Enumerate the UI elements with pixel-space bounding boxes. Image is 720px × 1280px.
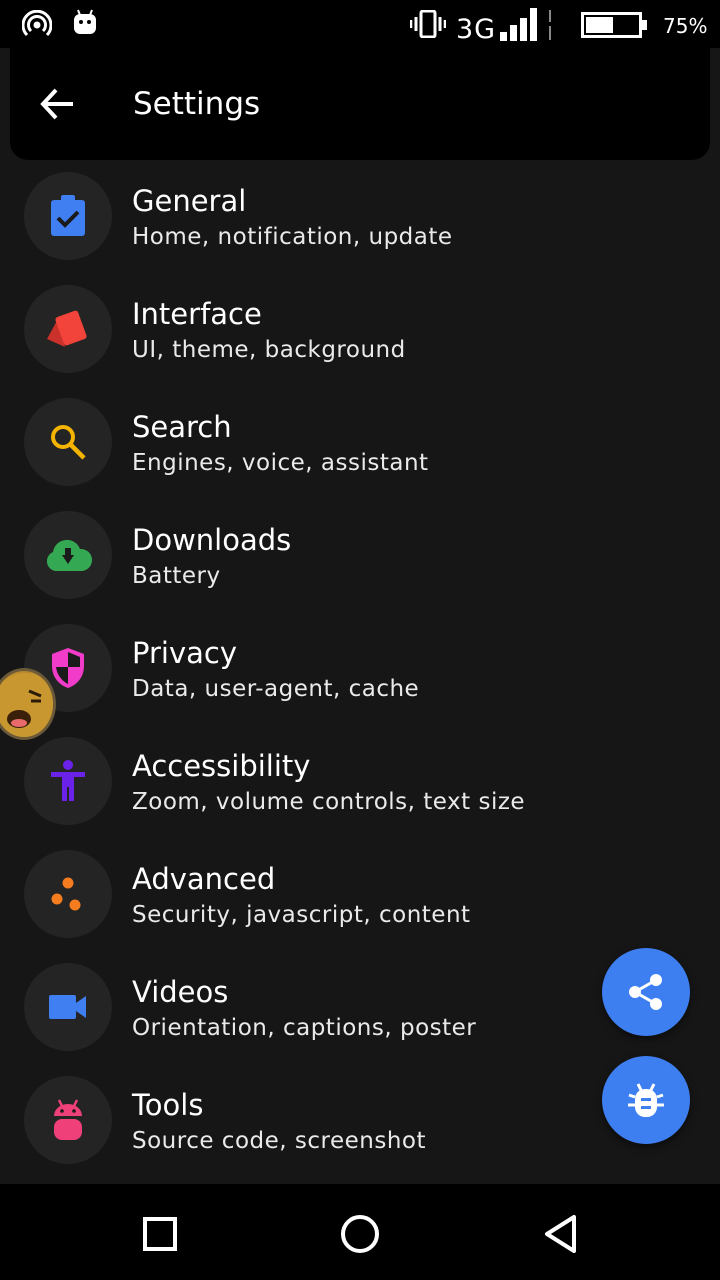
settings-item-downloads[interactable]: Downloads Battery	[0, 499, 720, 612]
settings-item-subtitle: UI, theme, background	[132, 337, 406, 363]
settings-item-general[interactable]: General Home, notification, update	[0, 160, 720, 273]
arrow-back-icon	[40, 88, 73, 120]
page-title: Settings	[133, 86, 261, 122]
settings-item-subtitle: Engines, voice, assistant	[132, 450, 429, 476]
settings-item-accessibility[interactable]: Accessibility Zoom, volume controls, tex…	[0, 725, 720, 838]
clipboard-check-icon	[24, 172, 112, 260]
share-icon	[629, 974, 662, 1010]
network-type: 3G	[456, 14, 497, 45]
home-button[interactable]	[338, 1212, 382, 1256]
search-icon	[24, 398, 112, 486]
dots-icon	[24, 850, 112, 938]
settings-item-subtitle: Data, user-agent, cache	[132, 676, 420, 702]
vibrate-icon	[409, 9, 447, 42]
navigation-bar	[0, 1184, 720, 1280]
status-bar: 3G 75%	[0, 0, 720, 48]
settings-item-title: Advanced	[132, 862, 276, 896]
settings-item-subtitle: Security, javascript, content	[132, 902, 471, 928]
accessibility-icon	[24, 737, 112, 825]
settings-item-subtitle: Zoom, volume controls, text size	[132, 789, 526, 815]
cards-icon	[24, 285, 112, 373]
settings-item-title: Videos	[132, 975, 229, 1009]
android-icon	[24, 1076, 112, 1164]
settings-item-search[interactable]: Search Engines, voice, assistant	[0, 386, 720, 499]
cloud-download-icon	[24, 511, 112, 599]
settings-item-title: Privacy	[132, 636, 237, 670]
settings-item-subtitle: Battery	[132, 563, 221, 589]
battery-icon	[581, 12, 649, 42]
settings-item-title: Search	[132, 410, 232, 444]
settings-item-title: Accessibility	[132, 749, 311, 783]
settings-item-interface[interactable]: Interface UI, theme, background	[0, 273, 720, 386]
settings-item-title: Tools	[132, 1088, 204, 1122]
settings-item-advanced[interactable]: Advanced Security, javascript, content	[0, 838, 720, 951]
bug-icon	[628, 1083, 664, 1117]
back-button[interactable]	[38, 84, 78, 124]
hotspot-icon	[21, 9, 53, 44]
back-triangle-icon	[545, 1215, 576, 1253]
videocam-icon	[24, 963, 112, 1051]
recents-button[interactable]	[138, 1212, 182, 1256]
settings-item-title: Interface	[132, 297, 262, 331]
settings-item-subtitle: Home, notification, update	[132, 224, 453, 250]
nav-back-button[interactable]	[540, 1212, 584, 1256]
settings-item-title: Downloads	[132, 523, 292, 557]
android-icon	[72, 8, 98, 40]
battery-percent: 75%	[663, 14, 708, 38]
home-circle-icon	[341, 1215, 379, 1253]
settings-item-privacy[interactable]: Privacy Data, user-agent, cache	[0, 612, 720, 725]
bug-report-button[interactable]	[602, 1056, 690, 1144]
app-bar: Settings	[10, 48, 710, 160]
share-button[interactable]	[602, 948, 690, 1036]
signal-icon	[498, 6, 558, 48]
recents-square-icon	[143, 1217, 177, 1251]
settings-item-subtitle: Orientation, captions, poster	[132, 1015, 477, 1041]
settings-item-title: General	[132, 184, 247, 218]
settings-item-subtitle: Source code, screenshot	[132, 1128, 427, 1154]
